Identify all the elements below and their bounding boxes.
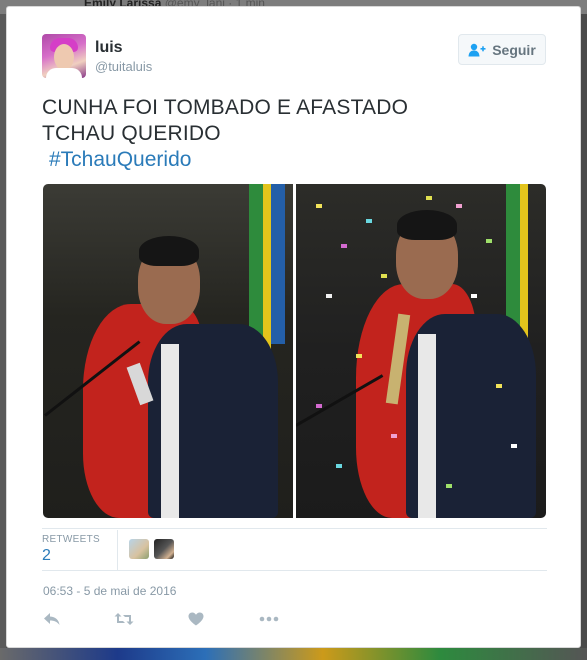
more-icon[interactable] — [257, 610, 281, 628]
user-handle[interactable]: @tuitaluis — [95, 59, 152, 74]
retweets-count[interactable]: 2 — [42, 547, 51, 565]
user-avatar[interactable] — [42, 34, 86, 78]
tweet-card: luis @tuitaluis Seguir CUNHA FOI TOMBADO… — [6, 6, 581, 648]
tweet-text-line: CUNHA FOI TOMBADO E AFASTADO — [42, 96, 409, 119]
tweet-photo[interactable] — [296, 184, 546, 518]
follow-button[interactable]: Seguir — [458, 34, 546, 65]
reply-icon[interactable] — [41, 610, 63, 628]
follow-button-label: Seguir — [492, 41, 536, 58]
retweets-label: RETWEETS — [42, 534, 100, 545]
tweet-text: CUNHA FOI TOMBADO E AFASTADO TCHAU QUERI… — [42, 95, 542, 147]
like-icon[interactable] — [185, 610, 207, 628]
retweet-icon[interactable] — [113, 610, 135, 628]
retweeter-avatar[interactable] — [129, 539, 149, 559]
tweet-photo[interactable] — [43, 184, 293, 518]
divider — [117, 530, 118, 570]
hashtag-link[interactable]: #TchauQuerido — [49, 148, 191, 172]
tweet-timestamp[interactable]: 06:53 - 5 de mai de 2016 — [43, 584, 176, 598]
divider — [42, 570, 547, 571]
media-grid — [43, 184, 546, 518]
add-user-icon — [468, 43, 486, 57]
divider — [42, 528, 547, 529]
user-name[interactable]: luis — [95, 39, 123, 57]
tweet-text-line: TCHAU QUERIDO — [42, 122, 221, 145]
retweeter-avatar[interactable] — [154, 539, 174, 559]
next-content-strip — [0, 648, 587, 660]
